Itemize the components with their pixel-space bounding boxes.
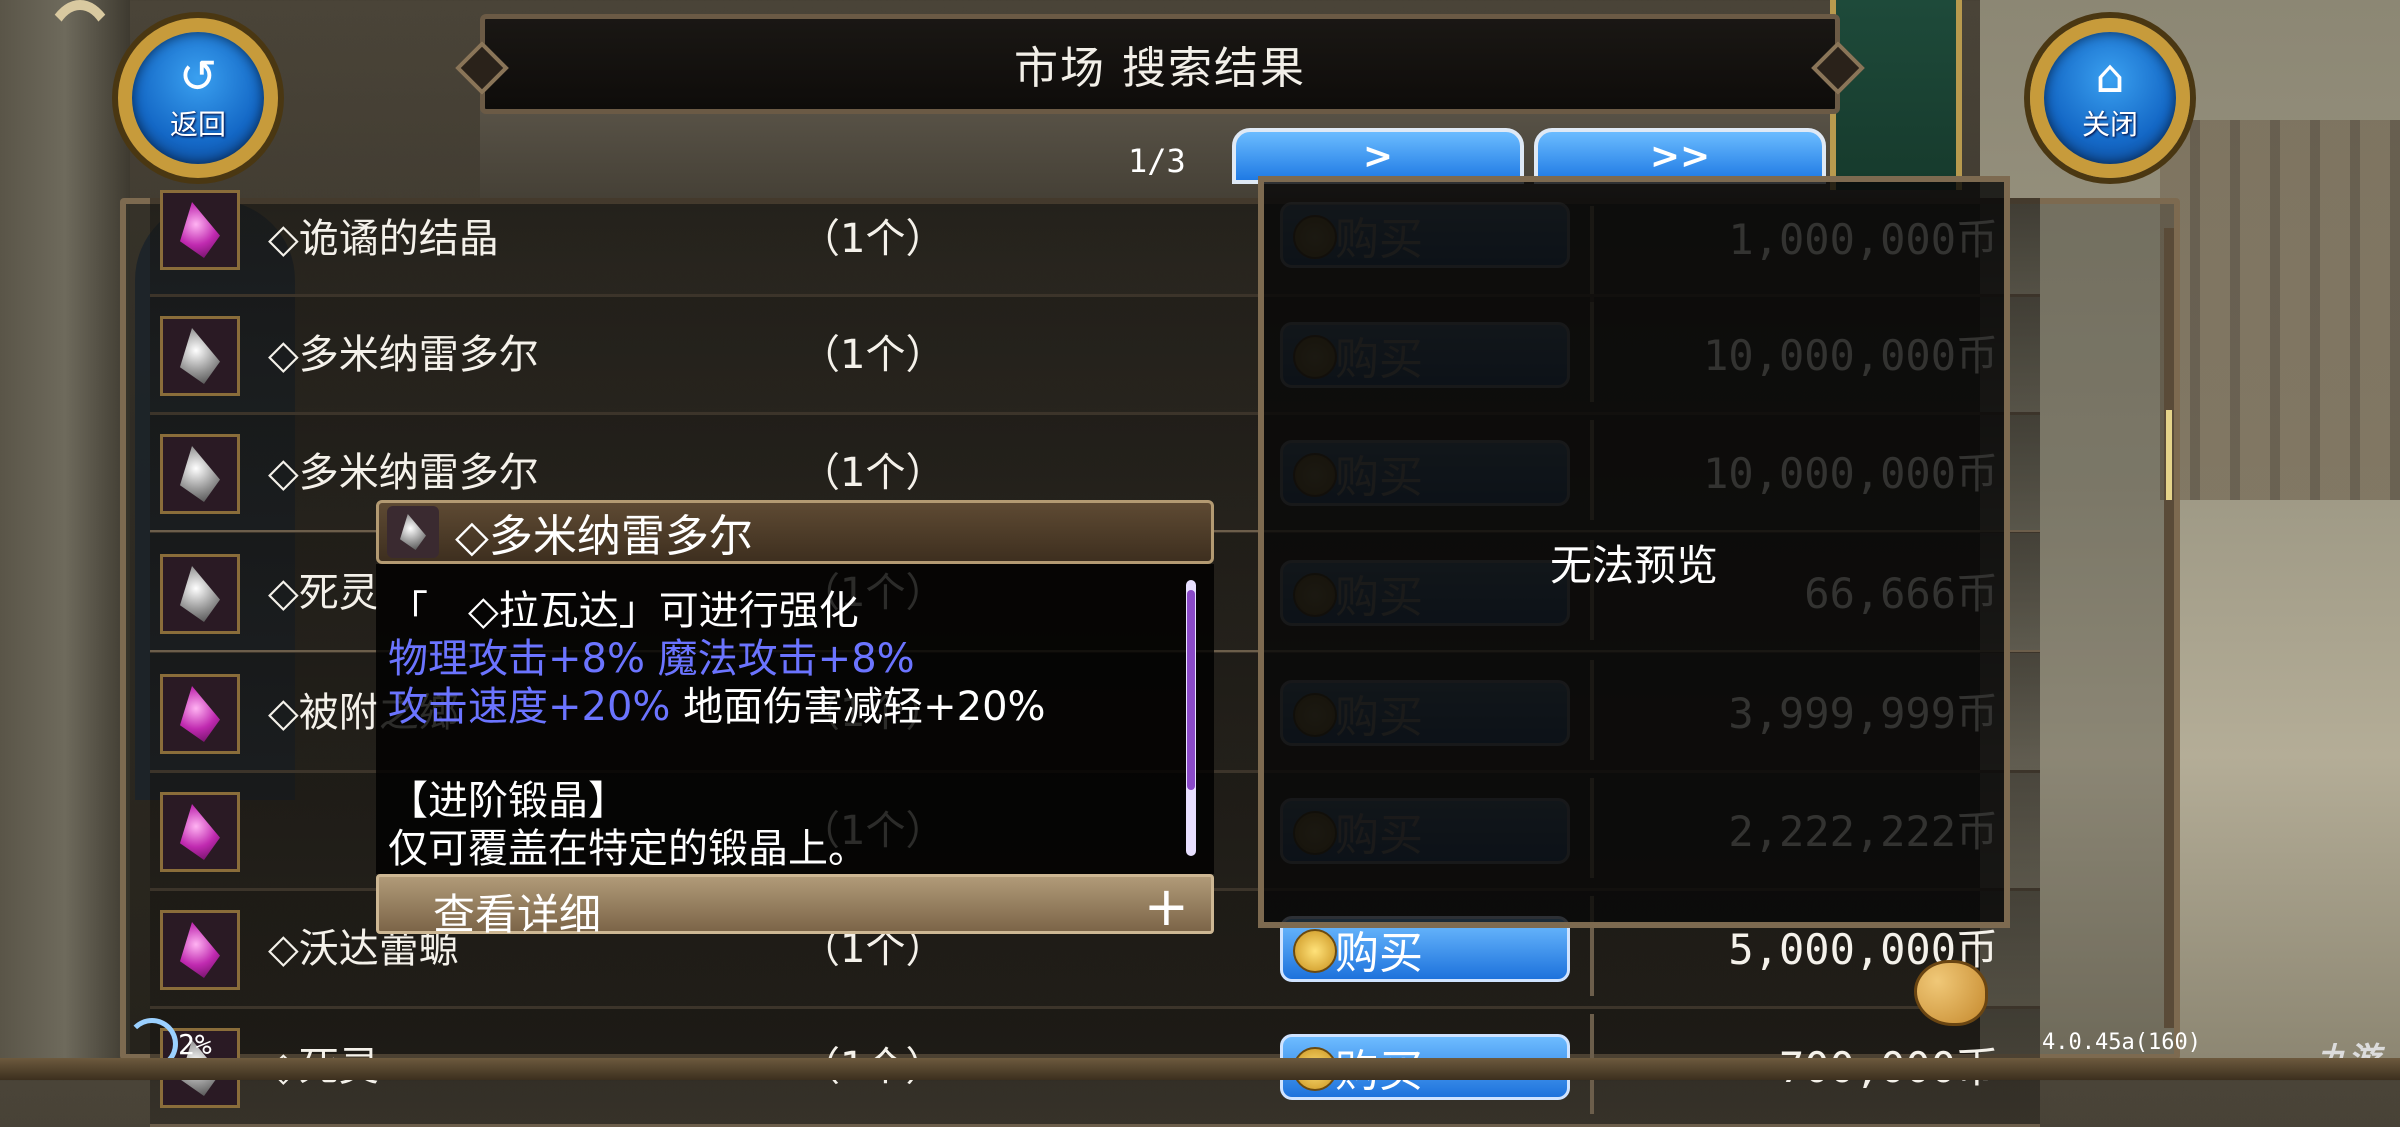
item-quantity: （1个） <box>800 332 946 378</box>
background-banner <box>1830 0 1962 190</box>
preview-panel: 无法预览 <box>1258 176 2010 928</box>
decor-horn-left <box>40 0 120 130</box>
item-name: ◇诡谲的结晶 <box>268 216 499 262</box>
page-title: 市场 搜索结果 <box>1014 43 1306 94</box>
tooltip-attack-speed: 攻击速度+20% <box>388 684 671 730</box>
item-icon <box>160 434 240 514</box>
item-name: ◇多米纳雷多尔 <box>268 450 539 496</box>
item-quantity: （1个） <box>800 216 946 262</box>
version-text: 4.0.45a(160) <box>2042 1030 2201 1055</box>
crystal-icon <box>180 566 220 622</box>
item-name: ◇死灵 <box>268 570 379 616</box>
item-name: ◇多米纳雷多尔 <box>268 332 539 378</box>
item-icon <box>160 190 240 270</box>
item-quantity: （1个） <box>800 450 946 496</box>
title-bar: 市场 搜索结果 <box>480 14 1840 114</box>
next-page-label: > <box>1362 135 1394 177</box>
back-button[interactable]: ↺ 返回 <box>118 18 278 178</box>
close-button[interactable]: ⌂ 关闭 <box>2030 18 2190 178</box>
tooltip-body[interactable]: 「 ◇拉瓦达」可进行强化 物理攻击+8% 魔法攻击+8% 攻击速度+20% 地面… <box>376 564 1214 874</box>
list-scrollbar[interactable] <box>2164 228 2174 1028</box>
item-icon <box>160 554 240 634</box>
item-tooltip: ◇多米纳雷多尔 「 ◇拉瓦达」可进行强化 物理攻击+8% 魔法攻击+8% 攻击速… <box>376 500 1214 939</box>
preview-unavailable-text: 无法预览 <box>1549 541 1718 590</box>
tooltip-item-icon <box>387 506 439 558</box>
tooltip-description: 仅可覆盖在特定的锻晶上。 <box>388 826 868 872</box>
last-page-label: >> <box>1649 135 1711 177</box>
crystal-icon <box>180 686 220 742</box>
list-scrollbar-thumb[interactable] <box>2166 410 2172 500</box>
page-indicator: 1/3 <box>1128 142 1186 180</box>
background-building <box>2160 120 2400 500</box>
crystal-icon <box>180 328 220 384</box>
palette-icon[interactable] <box>1914 960 1988 1026</box>
item-icon <box>160 792 240 872</box>
crystal-icon <box>180 202 220 258</box>
crystal-icon <box>180 446 220 502</box>
back-arrow-icon: ↺ <box>178 49 218 103</box>
tooltip-scrollbar-thumb[interactable] <box>1187 590 1195 790</box>
crystal-icon <box>180 922 220 978</box>
back-button-label: 返回 <box>169 108 226 141</box>
plus-icon: + <box>1143 875 1189 938</box>
item-icon <box>160 910 240 990</box>
view-details-button[interactable]: 查看详细 + <box>376 874 1214 939</box>
crystal-icon <box>180 804 220 860</box>
tooltip-speed-line: 攻击速度+20% 地面伤害减轻+20% <box>388 674 1046 732</box>
tooltip-header: ◇多米纳雷多尔 <box>376 500 1214 564</box>
network-status: 2% <box>178 1028 212 1061</box>
tooltip-damage-reduction: 地面伤害减轻+20% <box>670 684 1046 730</box>
coin-icon <box>1293 929 1337 973</box>
view-details-label: 查看详细 <box>433 890 602 939</box>
home-icon: ⌂ <box>2095 49 2125 103</box>
item-icon <box>160 316 240 396</box>
background-left-wall <box>0 0 130 1080</box>
tooltip-title: ◇多米纳雷多尔 <box>455 511 753 562</box>
item-icon <box>160 674 240 754</box>
close-button-label: 关闭 <box>2081 108 2138 141</box>
bottom-frame <box>0 1058 2400 1080</box>
